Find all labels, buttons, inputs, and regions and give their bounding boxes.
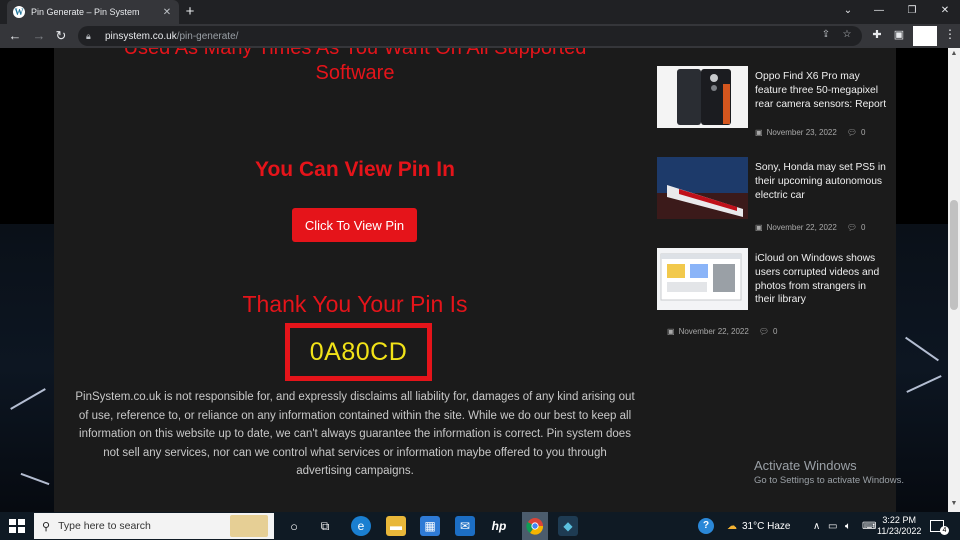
tab-strip: W Pin Generate – Pin System ✕ + ⌄ — ❐ ✕	[0, 0, 960, 24]
comment-icon: 💬︎	[758, 327, 769, 336]
weather-text: 31°C Haze	[742, 520, 791, 532]
wordpress-icon: W	[13, 6, 25, 18]
news-meta: ▣ November 22, 2022 💬︎ 0	[667, 327, 777, 336]
calendar-icon: ▣	[755, 128, 763, 137]
news-item[interactable]: Oppo Find X6 Pro may feature three 50-me…	[657, 66, 887, 146]
network-icon[interactable]: ▭	[828, 512, 837, 540]
comment-icon: 💬︎	[846, 223, 857, 232]
comment-count[interactable]: 0	[861, 223, 865, 232]
weather-widget[interactable]: ☁ 31°C Haze	[727, 512, 790, 540]
profile-avatar[interactable]	[913, 26, 937, 46]
disclaimer-text: PinSystem.co.uk is not responsible for, …	[75, 391, 635, 477]
activate-title: Activate Windows	[754, 458, 857, 473]
news-date: November 22, 2022	[766, 223, 837, 232]
news-meta: ▣ November 23, 2022 💬︎ 0	[755, 128, 865, 137]
chrome-menu-icon[interactable]: ⋮	[944, 27, 956, 41]
reload-icon[interactable]: ↻	[52, 27, 70, 45]
back-arrow-icon[interactable]: ←	[6, 27, 24, 45]
side-panel-icon[interactable]: ▣	[892, 28, 906, 41]
news-thumbnail[interactable]	[657, 248, 748, 310]
chrome-icon[interactable]	[522, 512, 548, 540]
comment-icon: 💬︎	[846, 128, 857, 137]
clock[interactable]: 3:22 PM 11/23/2022	[877, 515, 921, 537]
store-icon[interactable]: ▦	[420, 516, 440, 536]
search-placeholder: Type here to search	[58, 520, 151, 532]
scroll-thumb[interactable]	[950, 200, 958, 310]
browser-tab[interactable]: W Pin Generate – Pin System ✕	[7, 0, 179, 24]
main-column: Used As Many Times As You Want On All Su…	[54, 48, 656, 512]
edge-icon[interactable]: e	[351, 516, 371, 536]
page-viewport: Used As Many Times As You Want On All Su…	[0, 48, 948, 512]
comment-count[interactable]: 0	[773, 327, 777, 336]
share-icon[interactable]: ⇪	[819, 29, 833, 40]
comment-count[interactable]: 0	[861, 128, 865, 137]
task-view-icon[interactable]: ⧉	[315, 516, 335, 536]
news-item[interactable]: Sony, Honda may set PS5 in their upcomin…	[657, 157, 887, 237]
site-content: Used As Many Times As You Want On All Su…	[54, 48, 896, 512]
scroll-up-arrow-icon[interactable]: ▲	[950, 50, 958, 57]
thank-you-heading: Thank You Your Pin Is	[242, 291, 468, 317]
lock-icon[interactable]: 🔒︎	[86, 31, 96, 41]
forward-arrow-icon[interactable]: →	[30, 27, 48, 45]
page-scrollbar[interactable]: ▲ ▼	[948, 48, 960, 512]
cortana-icon[interactable]: ○	[284, 516, 304, 536]
screen: W Pin Generate – Pin System ✕ + ⌄ — ❐ ✕ …	[0, 0, 960, 540]
pin-box: 0A80CD	[285, 323, 432, 381]
haze-icon: ☁	[727, 520, 737, 532]
search-icon: ⚲	[42, 520, 51, 533]
browser-toolbar: ← → ↻ 🔒︎ pinsystem.co.uk/pin-generate/ ⇪…	[0, 24, 960, 48]
taskbar-search[interactable]: ⚲ Type here to search	[34, 513, 274, 539]
view-pin-button[interactable]: Click To View Pin	[292, 208, 417, 242]
scroll-down-arrow-icon[interactable]: ▼	[950, 500, 958, 507]
news-item[interactable]: iCloud on Windows shows users corrupted …	[657, 248, 887, 348]
pin-code: 0A80CD	[309, 337, 408, 366]
notifications-icon[interactable]: 4	[930, 512, 953, 540]
tab-close-icon[interactable]: ✕	[161, 7, 173, 18]
url-text: pinsystem.co.uk/pin-generate/	[105, 30, 239, 42]
clock-time: 3:22 PM	[882, 515, 916, 525]
windows-taskbar: ⚲ Type here to search ○ ⧉ e ▬ ▦ ✉ hp ◆ ?…	[0, 512, 960, 540]
help-icon[interactable]: ?	[698, 512, 714, 540]
extensions-icon[interactable]: ✚	[870, 28, 884, 41]
close-window-button[interactable]: ✕	[930, 2, 960, 20]
news-thumbnail[interactable]	[657, 66, 748, 128]
activate-subtitle: Go to Settings to activate Windows.	[754, 475, 904, 486]
news-date: November 22, 2022	[678, 327, 749, 336]
news-date: November 23, 2022	[766, 128, 837, 137]
bookmark-star-icon[interactable]: ☆	[840, 29, 854, 40]
news-title[interactable]: iCloud on Windows shows users corrupted …	[755, 252, 887, 307]
address-bar[interactable]: 🔒︎ pinsystem.co.uk/pin-generate/ ⇪ ☆	[78, 26, 862, 46]
mail-icon[interactable]: ✉	[455, 516, 475, 536]
notification-count: 4	[940, 525, 949, 535]
kodi-icon[interactable]: ◆	[558, 516, 578, 536]
news-meta: ▣ November 22, 2022 💬︎ 0	[755, 223, 865, 232]
language-icon[interactable]: ⌨	[862, 512, 876, 540]
news-title[interactable]: Sony, Honda may set PS5 in their upcomin…	[755, 161, 887, 202]
tray-chevron-icon[interactable]: ∧	[813, 512, 820, 540]
activate-windows-watermark: Activate Windows Go to Settings to activ…	[754, 458, 904, 486]
calendar-icon: ▣	[755, 223, 763, 232]
news-thumbnail[interactable]	[657, 157, 748, 219]
clock-date: 11/23/2022	[877, 526, 922, 536]
search-highlight-image	[230, 515, 268, 537]
news-title[interactable]: Oppo Find X6 Pro may feature three 50-me…	[755, 70, 887, 111]
view-pin-heading: You Can View Pin In	[255, 158, 455, 181]
software-heading: Software	[315, 62, 395, 84]
tab-search-icon[interactable]: ⌄	[833, 2, 863, 20]
new-tab-button[interactable]: +	[182, 3, 198, 21]
calendar-icon: ▣	[667, 327, 675, 336]
supported-heading: Used As Many Times As You Want On All Su…	[123, 48, 587, 59]
hp-icon[interactable]: hp	[489, 516, 509, 536]
minimize-button[interactable]: —	[864, 2, 894, 20]
file-explorer-icon[interactable]: ▬	[386, 516, 406, 536]
tab-title: Pin Generate – Pin System	[31, 7, 140, 17]
restore-button[interactable]: ❐	[897, 2, 927, 20]
volume-icon[interactable]: 🔈︎	[845, 512, 851, 540]
windows-start-icon[interactable]	[8, 518, 26, 534]
